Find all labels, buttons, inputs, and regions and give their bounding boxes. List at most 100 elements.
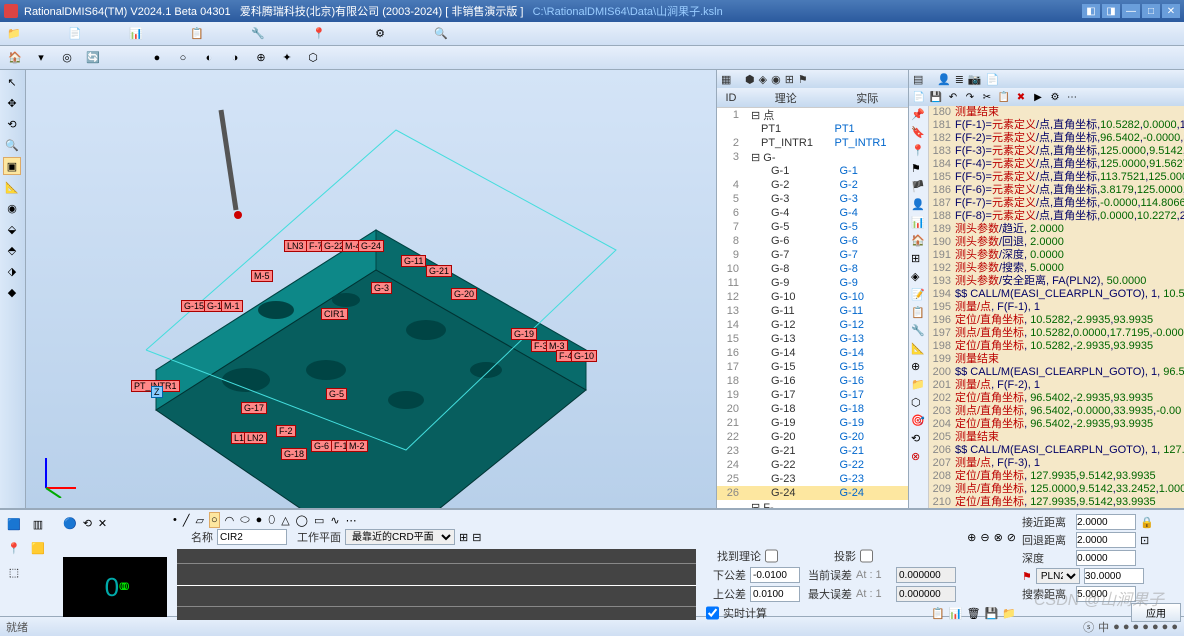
status-lang[interactable]: 中 [1098, 619, 1109, 635]
label-g18[interactable]: G-18 [281, 448, 307, 460]
new-icon[interactable]: 📄 [912, 90, 926, 104]
blank-icon[interactable] [27, 561, 49, 583]
gutter-icon[interactable]: 🎯 [911, 414, 927, 430]
code-line[interactable]: 209 测点/直角坐标, 125.0000,9.5142,33.2452,1.0… [931, 483, 1184, 496]
opt-icon-3[interactable]: ⊗ [994, 531, 1003, 544]
code-line[interactable]: 206$$ CALL/M(EASI_CLEARPLN_GOTO), 1, 127… [931, 444, 1184, 457]
table-row[interactable]: 9G-7G-7 [717, 248, 908, 262]
cube-icon[interactable]: ▦ [721, 73, 731, 86]
shape-circle-icon[interactable]: ○ [210, 513, 219, 527]
menu-icon-7[interactable]: ⚙ [372, 26, 388, 42]
shape-cone-icon[interactable]: △ [281, 514, 289, 527]
tool-icon-d[interactable]: ◆ [3, 283, 21, 301]
code-line[interactable]: 196 定位/直角坐标, 10.5282,-2.9935,93.9935 [931, 314, 1184, 327]
plane-value-input[interactable] [1084, 568, 1144, 584]
retract-input[interactable] [1076, 532, 1136, 548]
workplane-select[interactable]: 最靠近的CRD平面 [345, 529, 455, 545]
code-line[interactable]: 198 定位/直角坐标, 10.5282,-2.9935,93.9935 [931, 340, 1184, 353]
table-row[interactable]: 20G-18G-18 [717, 402, 908, 416]
gutter-icon[interactable]: ⊞ [911, 252, 927, 268]
table-row[interactable]: 16G-14G-14 [717, 346, 908, 360]
minimize-button[interactable]: — [1122, 4, 1140, 18]
code-line[interactable]: 195测量/点, F(F-1), 1 [931, 301, 1184, 314]
gutter-icon[interactable]: 🏠 [911, 234, 927, 250]
table-row[interactable]: 17G-15G-15 [717, 360, 908, 374]
shape-torus-icon[interactable]: ◯ [296, 514, 308, 527]
gutter-icon[interactable]: 📍 [911, 144, 927, 160]
table-row[interactable]: 13G-11G-11 [717, 304, 908, 318]
gutter-icon[interactable]: 👤 [911, 198, 927, 214]
table-row[interactable]: 19G-17G-17 [717, 388, 908, 402]
ctr-icon-3[interactable]: ✕ [98, 517, 107, 530]
label-g20[interactable]: G-20 [451, 288, 477, 300]
gutter-icon[interactable]: 📝 [911, 288, 927, 304]
code-line[interactable]: 194$$ CALL/M(EASI_CLEARPLN_GOTO), 1, 10.… [931, 288, 1184, 301]
home-icon[interactable]: 🏠 [6, 49, 24, 67]
extra-button-2[interactable]: ◨ [1102, 4, 1120, 18]
table-row[interactable]: 23G-21G-21 [717, 444, 908, 458]
realtime-check[interactable] [706, 605, 719, 621]
3d-viewport[interactable]: PT_INTR1 G-15 G-1 M-1 M-5 LN3 F-7 G-22 M… [26, 70, 716, 508]
sensor-icon[interactable]: 🟨 [27, 537, 49, 559]
shape-ellipse-icon[interactable]: ⬭ [240, 514, 249, 527]
projection-check[interactable] [860, 548, 873, 564]
label-g21[interactable]: G-21 [426, 265, 452, 277]
feature-icon-7[interactable]: ⬡ [304, 49, 322, 67]
plane-select[interactable]: PLN2 [1036, 568, 1080, 584]
form-icon-d[interactable]: 💾 [985, 607, 999, 620]
menu-icon-4[interactable]: 📋 [189, 26, 205, 42]
opt-icon-2[interactable]: ⊖ [980, 531, 989, 544]
code-line[interactable]: 185F(F-5)=元素定义/点,直角坐标,113.7521,125.0000, [931, 171, 1184, 184]
menu-icon-6[interactable]: 📍 [311, 26, 327, 42]
gutter-icon[interactable]: ⟲ [911, 432, 927, 448]
status-icon[interactable]: ⓢ [1083, 619, 1094, 635]
book-icon[interactable]: ▤ [913, 73, 923, 86]
gutter-icon[interactable]: 🔧 [911, 324, 927, 340]
table-row[interactable]: 26G-24G-24 [717, 486, 908, 500]
play-icon[interactable]: ▶ [1031, 90, 1045, 104]
tool-icon-a[interactable]: ⬙ [3, 220, 21, 238]
code-line[interactable]: 183F(F-3)=元素定义/点,直角坐标,125.0000,9.5142,33 [931, 145, 1184, 158]
table-row[interactable]: 7G-5G-5 [717, 220, 908, 234]
label-m2[interactable]: M-2 [346, 440, 368, 452]
shape-plane-icon[interactable]: ▱ [195, 514, 203, 527]
feature-table-body[interactable]: 1⊟ 点PT1PT12PT_INTR1PT_INTR13⊟ G-G-1G-14G… [717, 108, 908, 508]
menu-icon-3[interactable]: 📊 [128, 26, 144, 42]
table-row[interactable]: 14G-12G-12 [717, 318, 908, 332]
gutter-icon[interactable]: ⚑ [911, 162, 927, 178]
maximize-button[interactable]: □ [1142, 4, 1160, 18]
form-icon-c[interactable]: 🗑 [967, 607, 981, 620]
shape-sphere-icon[interactable]: ● [256, 514, 263, 526]
table-row[interactable]: 21G-19G-19 [717, 416, 908, 430]
code-editor[interactable]: 180测量结束181F(F-1)=元素定义/点,直角坐标,10.5282,0.0… [929, 106, 1184, 508]
code-line[interactable]: 188F(F-8)=元素定义/点,直角坐标,0.0000,10.2272,28. [931, 210, 1184, 223]
cam-icon[interactable]: 📷 [968, 73, 982, 86]
rotate-icon[interactable]: ⟲ [3, 115, 21, 133]
feature-icon-4[interactable]: ◑ [226, 49, 244, 67]
user-icon[interactable]: 👤 [937, 73, 951, 86]
opt-icon-1[interactable]: ⊕ [967, 531, 976, 544]
code-line[interactable]: 180测量结束 [931, 106, 1184, 119]
shape-point-icon[interactable]: • [173, 514, 177, 526]
measure-icon[interactable]: 📐 [3, 178, 21, 196]
code-line[interactable]: 203 测点/直角坐标, 96.5402,-0.0000,33.9935,-0.… [931, 405, 1184, 418]
opt-icon-4[interactable]: ⊘ [1007, 531, 1016, 544]
gutter-icon[interactable]: ◈ [911, 270, 927, 286]
target-icon[interactable]: ◎ [58, 49, 76, 67]
code-line[interactable]: 181F(F-1)=元素定义/点,直角坐标,10.5282,0.0000,17 [931, 119, 1184, 132]
shape-curve-icon[interactable]: ∿ [330, 514, 339, 527]
code-line[interactable]: 191测头参数/深度, 0.0000 [931, 249, 1184, 262]
feature-icon-2[interactable]: ○ [174, 49, 192, 67]
ctr-icon-1[interactable]: 🔵 [63, 517, 77, 530]
table-row[interactable]: 8G-6G-6 [717, 234, 908, 248]
label-cir1[interactable]: CIR1 [321, 308, 348, 320]
code-line[interactable]: 192测头参数/搜索, 5.0000 [931, 262, 1184, 275]
label-m5[interactable]: M-5 [251, 270, 273, 282]
code-line[interactable]: 197 测点/直角坐标, 10.5282,0.0000,17.7195,-0.0… [931, 327, 1184, 340]
gutter-icon[interactable]: 📐 [911, 342, 927, 358]
settings-icon[interactable]: ⚙ [1048, 90, 1062, 104]
name-input[interactable] [217, 529, 287, 545]
label-g19[interactable]: G-19 [511, 328, 537, 340]
label-g24[interactable]: G-24 [358, 240, 384, 252]
form-icon-a[interactable]: 📋 [931, 607, 945, 620]
